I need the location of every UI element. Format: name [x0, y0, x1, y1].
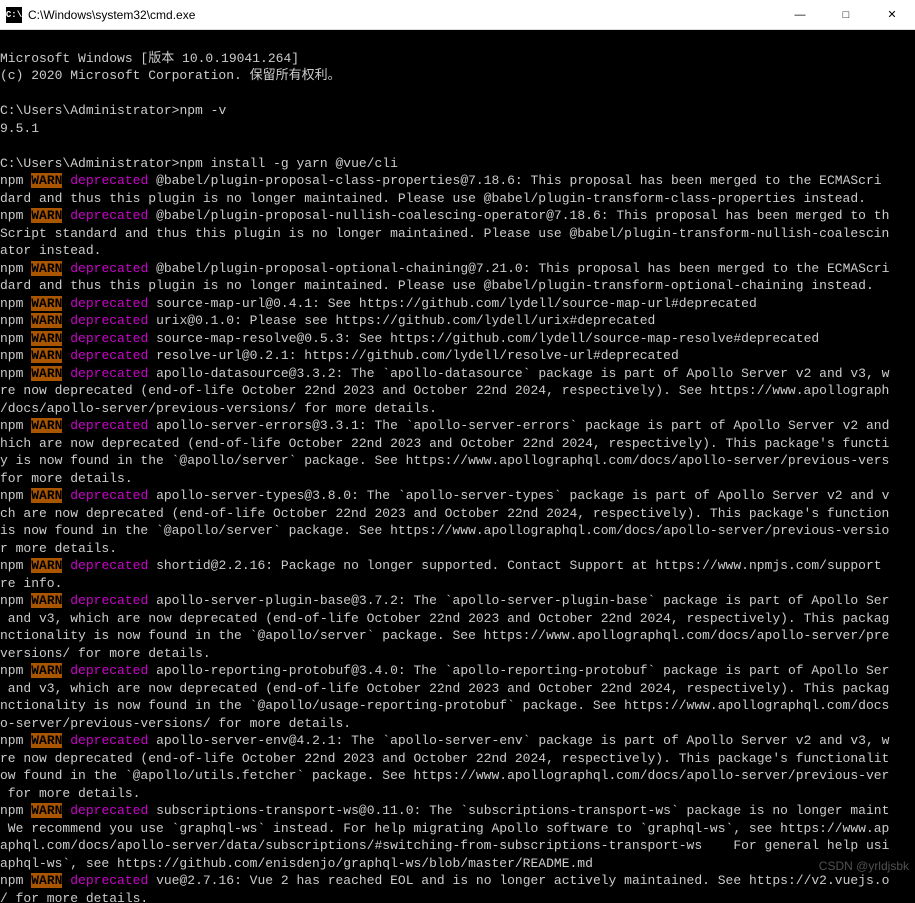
prompt-1: C:\Users\Administrator>npm -v: [0, 103, 226, 118]
warn-cont: for more details.: [0, 471, 133, 486]
warn-line: npm WARN deprecated source-map-url@0.4.1…: [0, 296, 757, 311]
warn-cont: hich are now deprecated (end-of-life Oct…: [0, 436, 889, 451]
warn-line: npm WARN deprecated apollo-server-plugin…: [0, 593, 889, 608]
warn-cont: ch are now deprecated (end-of-life Octob…: [0, 506, 889, 521]
warn-line: npm WARN deprecated vue@2.7.16: Vue 2 ha…: [0, 873, 889, 888]
warn-cont: nctionality is now found in the `@apollo…: [0, 628, 889, 643]
warn-cont: We recommend you use `graphql-ws` instea…: [0, 821, 889, 836]
header-line-2: (c) 2020 Microsoft Corporation. 保留所有权利。: [0, 68, 341, 83]
warn-cont: re now deprecated (end-of-life October 2…: [0, 383, 889, 398]
warn-line: npm WARN deprecated @babel/plugin-propos…: [0, 261, 889, 276]
warn-cont: o-server/previous-versions/ for more det…: [0, 716, 351, 731]
window-controls: — □ ✕: [777, 0, 915, 30]
header-line-1: Microsoft Windows [版本 10.0.19041.264]: [0, 51, 299, 66]
warn-cont: aphql-ws`, see https://github.com/enisde…: [0, 856, 593, 871]
blank: [0, 86, 8, 101]
close-button[interactable]: ✕: [869, 0, 915, 30]
warn-cont: r more details.: [0, 541, 117, 556]
warn-line: npm WARN deprecated apollo-reporting-pro…: [0, 663, 889, 678]
prompt-2: C:\Users\Administrator>npm install -g ya…: [0, 156, 398, 171]
warn-cont: ow found in the `@apollo/utils.fetcher` …: [0, 768, 889, 783]
title-bar: C:\ C:\Windows\system32\cmd.exe — □ ✕: [0, 0, 915, 30]
warn-cont: and v3, which are now deprecated (end-of…: [0, 611, 889, 626]
warn-line: npm WARN deprecated @babel/plugin-propos…: [0, 173, 882, 188]
warn-line: npm WARN deprecated shortid@2.2.16: Pack…: [0, 558, 889, 573]
warn-cont: versions/ for more details.: [0, 646, 211, 661]
warn-cont: nctionality is now found in the `@apollo…: [0, 698, 889, 713]
minimize-button[interactable]: —: [777, 0, 823, 30]
warn-line: npm WARN deprecated apollo-server-env@4.…: [0, 733, 889, 748]
cmd-icon: C:\: [6, 7, 22, 23]
warn-cont: for more details.: [0, 786, 140, 801]
warn-cont: / for more details.: [0, 891, 148, 903]
warn-line: npm WARN deprecated urix@0.1.0: Please s…: [0, 313, 655, 328]
npm-version: 9.5.1: [0, 121, 39, 136]
maximize-button[interactable]: □: [823, 0, 869, 30]
warn-cont: is now found in the `@apollo/server` pac…: [0, 523, 889, 538]
warn-cont: and v3, which are now deprecated (end-of…: [0, 681, 889, 696]
warn-line: npm WARN deprecated @babel/plugin-propos…: [0, 208, 889, 223]
warn-cont: re info.: [0, 576, 62, 591]
warn-line: npm WARN deprecated resolve-url@0.2.1: h…: [0, 348, 679, 363]
terminal-output[interactable]: Microsoft Windows [版本 10.0.19041.264] (c…: [0, 30, 915, 903]
warn-cont: aphql.com/docs/apollo-server/data/subscr…: [0, 838, 889, 853]
warn-cont: dard and thus this plugin is no longer m…: [0, 278, 874, 293]
warn-cont: /docs/apollo-server/previous-versions/ f…: [0, 401, 437, 416]
warn-line: npm WARN deprecated apollo-server-errors…: [0, 418, 889, 433]
blank: [0, 138, 8, 153]
window-title: C:\Windows\system32\cmd.exe: [28, 8, 777, 22]
warn-line: npm WARN deprecated source-map-resolve@0…: [0, 331, 819, 346]
watermark: CSDN @yrldjsbk: [819, 858, 909, 876]
warn-cont: re now deprecated (end-of-life October 2…: [0, 751, 889, 766]
warn-line: npm WARN deprecated apollo-datasource@3.…: [0, 366, 889, 381]
warn-cont: Script standard and thus this plugin is …: [0, 226, 889, 241]
warn-line: npm WARN deprecated subscriptions-transp…: [0, 803, 889, 818]
warn-line: npm WARN deprecated apollo-server-types@…: [0, 488, 889, 503]
warn-cont: dard and thus this plugin is no longer m…: [0, 191, 866, 206]
warn-cont: ator instead.: [0, 243, 101, 258]
warn-cont: y is now found in the `@apollo/server` p…: [0, 453, 889, 468]
